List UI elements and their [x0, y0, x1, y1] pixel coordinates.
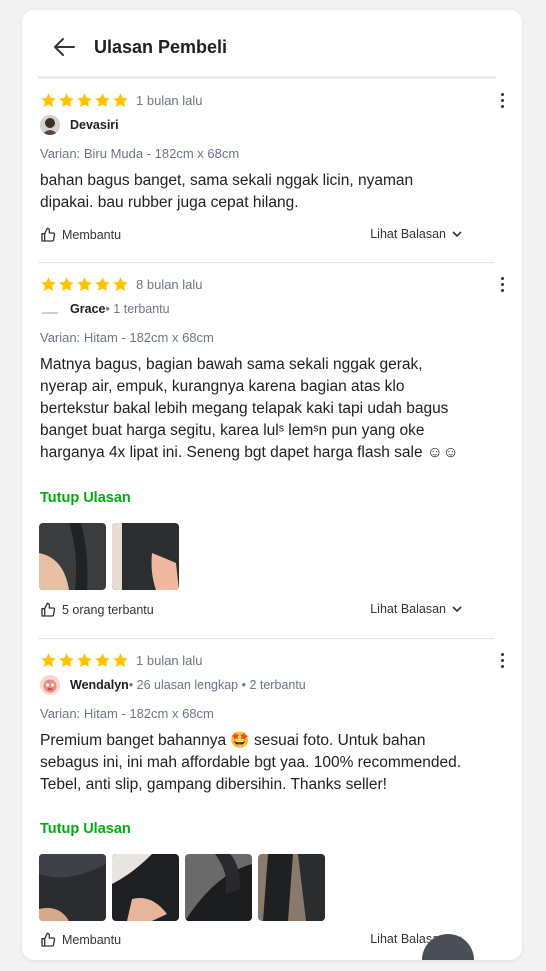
rating-row: 8 bulan lalu: [40, 275, 203, 293]
variant-label: Varian: Hitam - 182cm x 68cm: [40, 706, 214, 721]
star-icon: [113, 92, 128, 107]
review-text: bahan bagus banget, sama sekali nggak li…: [40, 172, 414, 211]
review-panel: Ulasan Pembeli 1 bulan lalu Devasiri Var…: [22, 10, 522, 960]
review-date: 1 bulan lalu: [136, 652, 203, 668]
helpful-button[interactable]: Membantu: [40, 932, 121, 948]
replies-label: Lihat Balasan: [370, 602, 446, 616]
back-button[interactable]: [52, 36, 76, 58]
rating-row: 1 bulan lalu: [40, 91, 203, 109]
star-icon: [59, 92, 74, 107]
review-actions: Membantu Lihat Balasan: [40, 932, 462, 952]
review-photo[interactable]: [112, 523, 179, 590]
review-photos: [39, 523, 179, 590]
username[interactable]: Grace: [70, 302, 105, 316]
more-options-button[interactable]: [492, 90, 512, 110]
avatar[interactable]: [40, 115, 60, 135]
collapse-review-link[interactable]: Tutup Ulasan: [40, 490, 131, 506]
star-icon: [95, 276, 110, 291]
review-photo[interactable]: [185, 854, 252, 921]
rating-row: 1 bulan lalu: [40, 651, 203, 669]
review-photo[interactable]: [39, 854, 106, 921]
review-divider: [38, 638, 494, 639]
chevron-down-icon: [452, 231, 462, 238]
variant-label: Varian: Hitam - 182cm x 68cm: [40, 330, 214, 345]
user-row: Grace • 1 terbantu: [40, 298, 170, 320]
username[interactable]: Devasiri: [70, 118, 119, 132]
review-photos: [39, 854, 325, 921]
review-text: Premium banget bahannya 🤩 sesuai foto. U…: [40, 732, 462, 793]
star-rating: [40, 92, 129, 109]
more-vertical-icon: [500, 652, 504, 656]
review-actions: 5 orang terbantu Lihat Balasan: [40, 602, 462, 622]
chevron-down-icon: [452, 606, 462, 613]
star-icon: [113, 276, 128, 291]
collapse-review-link[interactable]: Tutup Ulasan: [40, 821, 131, 837]
helpful-label: 5 orang terbantu: [62, 603, 154, 617]
helpful-button[interactable]: Membantu: [40, 227, 121, 243]
review-divider: [38, 262, 494, 263]
star-icon: [77, 92, 92, 107]
star-icon: [113, 652, 128, 667]
avatar[interactable]: [40, 675, 60, 695]
variant-label: Varian: Biru Muda - 182cm x 68cm: [40, 146, 240, 161]
thumbs-up-icon: [41, 932, 56, 947]
review-date: 1 bulan lalu: [136, 92, 203, 108]
helpful-label: Membantu: [62, 228, 122, 242]
star-icon: [41, 92, 56, 107]
page-title: Ulasan Pembeli: [94, 37, 228, 57]
user-row: Wendalyn • 26 ulasan lengkap • 2 terbant…: [40, 674, 306, 696]
star-icon: [59, 652, 74, 667]
star-icon: [77, 276, 92, 291]
user-row: Devasiri: [40, 114, 119, 136]
review-text: Matnya bagus, bagian bawah sama sekali n…: [40, 356, 459, 461]
more-options-button[interactable]: [492, 274, 512, 294]
more-options-button[interactable]: [492, 650, 512, 670]
more-vertical-icon: [500, 92, 504, 96]
star-rating: [40, 652, 129, 669]
arrow-left-icon: [54, 38, 75, 56]
review-date: 8 bulan lalu: [136, 276, 203, 292]
thumbs-up-icon: [41, 227, 56, 242]
helpful-label: Membantu: [62, 933, 122, 947]
review-photo[interactable]: [258, 854, 325, 921]
review-photo[interactable]: [39, 523, 106, 590]
header: Ulasan Pembeli: [22, 10, 522, 80]
avatar[interactable]: [40, 299, 60, 319]
more-vertical-icon: [500, 276, 504, 280]
user-meta: • 1 terbantu: [105, 302, 170, 316]
star-icon: [59, 276, 74, 291]
star-icon: [95, 92, 110, 107]
helpful-button[interactable]: 5 orang terbantu: [40, 602, 154, 618]
user-meta: • 26 ulasan lengkap • 2 terbantu: [128, 678, 306, 692]
view-replies-button[interactable]: Lihat Balasan: [370, 227, 462, 241]
star-icon: [95, 652, 110, 667]
header-divider: [38, 76, 496, 79]
view-replies-button[interactable]: Lihat Balasan: [370, 602, 462, 616]
star-icon: [41, 276, 56, 291]
star-icon: [41, 652, 56, 667]
username[interactable]: Wendalyn: [70, 678, 129, 692]
thumbs-up-icon: [41, 602, 56, 617]
review-photo[interactable]: [112, 854, 179, 921]
replies-label: Lihat Balasan: [370, 227, 446, 241]
star-rating: [40, 276, 129, 293]
review-actions: Membantu Lihat Balasan: [40, 227, 462, 247]
star-icon: [77, 652, 92, 667]
